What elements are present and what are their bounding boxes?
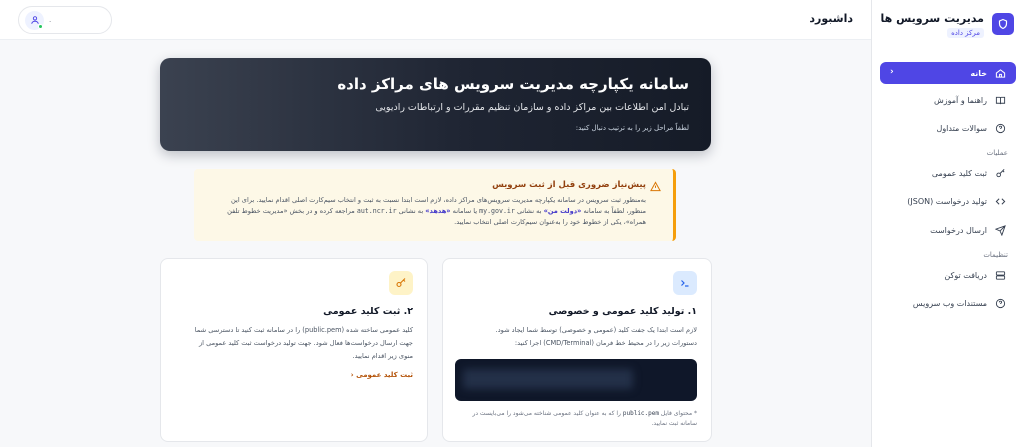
key-icon xyxy=(389,271,413,295)
sidebar-item-register-key[interactable]: ثبت کلید عمومی xyxy=(880,162,1016,184)
user-menu[interactable]: . xyxy=(18,6,112,34)
hero-title: سامانه یکپارچه مدیریت سرویس های مراکز دا… xyxy=(337,75,689,93)
step-2-title: ۲. ثبت کلید عمومی xyxy=(323,306,413,317)
sidebar-item-label: ارسال درخواست xyxy=(930,225,987,235)
file-name: public.pem xyxy=(622,410,659,417)
step-1-body: لازم است ابتدا یک جفت کلید (عمومی و خصوص… xyxy=(496,324,697,350)
page-title: داشبورد xyxy=(809,12,853,25)
brand-badge: مرکز داده xyxy=(947,28,984,38)
sidebar-item-label: راهنما و آموزش xyxy=(934,95,987,105)
hero-banner: سامانه یکپارچه مدیریت سرویس های مراکز دا… xyxy=(160,58,711,151)
code-icon xyxy=(994,195,1006,207)
send-icon xyxy=(994,224,1006,236)
section-label-operations: عملیات xyxy=(986,149,1008,157)
top-header: داشبورد . xyxy=(0,0,871,40)
blurred-command-text xyxy=(463,369,633,389)
alert-text: منظور، لطفاً به سامانه xyxy=(581,207,646,215)
step-2-body: کلید عمومی ساخته شده (public.pem) را در … xyxy=(195,324,413,363)
step-2-card: ۲. ثبت کلید عمومی کلید عمومی ساخته شده (… xyxy=(160,258,428,442)
sidebar-item-label: تولید درخواست (JSON) xyxy=(907,196,987,206)
step-1-title: ۱. تولید کلید عمومی و خصوصی xyxy=(548,306,697,317)
sidebar-item-label: مستندات وب سرویس xyxy=(912,298,987,308)
sidebar-item-label: سوالات متداول xyxy=(936,123,988,133)
command-code-block[interactable] xyxy=(455,359,697,401)
sidebar-item-docs[interactable]: مستندات وب سرویس xyxy=(880,292,1016,314)
alert-text: به نشانی xyxy=(514,207,544,215)
register-key-link[interactable]: ثبت کلید عمومی ‹ xyxy=(351,371,413,379)
sidebar: مدیریت سرویس ها مرکز داده خانه ‹ راهنما … xyxy=(871,0,1024,447)
sidebar-item-send-request[interactable]: ارسال درخواست xyxy=(880,219,1016,241)
online-status-dot xyxy=(38,24,43,29)
sidebar-item-label: ثبت کلید عمومی xyxy=(931,168,987,178)
book-icon xyxy=(994,94,1006,106)
sidebar-item-guide[interactable]: راهنما و آموزش xyxy=(880,89,1016,111)
alert-line-1: به‌منظور ثبت سرویس در سامانه یکپارچه مدی… xyxy=(231,196,646,204)
alert-line-2: منظور، لطفاً به سامانه «دولت من» به نشان… xyxy=(206,206,646,217)
sidebar-item-get-token[interactable]: دریافت توکن xyxy=(880,264,1016,286)
section-label-settings: تنظیمات xyxy=(983,251,1008,259)
footnote-text: را که به عنوان کلید عمومی شناخته می‌شود … xyxy=(472,410,623,417)
brand: مدیریت سرویس ها مرکز داده xyxy=(880,10,1014,40)
alert-text: به نشانی xyxy=(396,207,426,215)
key-icon xyxy=(994,167,1006,179)
step-1-line-2: دستورات زیر را در محیط خط فرمان (CMD/Ter… xyxy=(514,339,697,347)
sidebar-item-home[interactable]: خانه ‹ xyxy=(880,62,1016,84)
step-1-line-1: لازم است ابتدا یک جفت کلید (عمومی و خصوص… xyxy=(495,326,697,334)
hero-note: لطفاً مراحل زیر را به ترتیب دنبال کنید: xyxy=(575,124,689,132)
warning-icon xyxy=(650,181,661,194)
brand-title: مدیریت سرویس ها xyxy=(880,12,984,25)
register-key-link-label: ثبت کلید عمومی xyxy=(356,371,413,379)
hodhod-link[interactable]: «هدهد» xyxy=(425,207,450,215)
prerequisite-alert: پیش‌نیاز ضروری قبل از ثبت سرویس به‌منظور… xyxy=(194,169,676,241)
step-1-card: ۱. تولید کلید عمومی و خصوصی لازم است ابت… xyxy=(442,258,712,442)
shield-icon xyxy=(992,13,1014,35)
step-2-line-2: جهت ارسال درخواست‌ها فعال شود. جهت تولید… xyxy=(199,339,413,347)
server-icon xyxy=(994,269,1006,281)
alert-title: پیش‌نیاز ضروری قبل از ثبت سرویس xyxy=(492,180,646,190)
domain-my-gov: my.gov.ir xyxy=(479,207,515,215)
terminal-icon xyxy=(673,271,697,295)
hero-subtitle: تبادل امن اطلاعات بین مراکز داده و سازما… xyxy=(375,102,689,113)
help-circle-icon xyxy=(994,122,1006,134)
footnote-text: * محتوای فایل xyxy=(659,410,697,417)
sidebar-item-label: خانه xyxy=(970,68,987,78)
home-icon xyxy=(994,67,1006,79)
step-2-line-1: کلید عمومی ساخته شده (public.pem) را در … xyxy=(194,326,413,334)
dolat-man-link[interactable]: «دولت من» xyxy=(544,207,582,215)
footnote-line-2: سامانه ثبت نمایید. xyxy=(651,420,697,427)
alert-line-3: همراه»، یکی از خطوط خود را به‌عنوان سیم‌… xyxy=(454,218,646,226)
sidebar-item-label: دریافت توکن xyxy=(944,270,987,280)
alert-text: مراجعه کرده و در بخش «مدیریت خطوط تلفن xyxy=(227,207,357,215)
user-name: . xyxy=(49,16,52,24)
step-2-line-3: منوی زیر اقدام نمایید. xyxy=(352,352,413,360)
alert-text: یا سامانه xyxy=(450,207,480,215)
help-circle-icon xyxy=(994,297,1006,309)
chevron-left-icon: ‹ xyxy=(890,67,894,77)
sidebar-item-faq[interactable]: سوالات متداول xyxy=(880,117,1016,139)
domain-aut-ncr: aut.ncr.ir xyxy=(356,207,397,215)
sidebar-item-generate-json[interactable]: تولید درخواست (JSON) xyxy=(880,190,1016,212)
alert-body: به‌منظور ثبت سرویس در سامانه یکپارچه مدی… xyxy=(206,195,646,228)
chevron-left-icon: ‹ xyxy=(350,371,354,379)
step-1-footnote: * محتوای فایل public.pem را که به عنوان … xyxy=(455,409,697,429)
